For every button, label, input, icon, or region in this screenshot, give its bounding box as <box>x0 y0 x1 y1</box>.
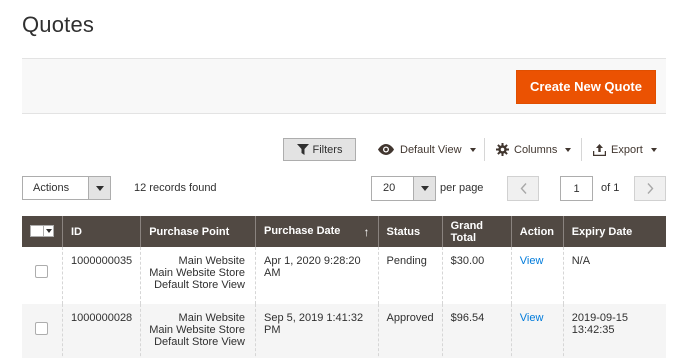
row-select-cell <box>22 304 63 358</box>
purchase-point-store: Main Website Store <box>149 267 245 279</box>
cell-purchase-point: Main Website Main Website Store Default … <box>140 247 256 304</box>
page-actions-bar: Create New Quote <box>22 58 666 114</box>
filter-icon <box>296 144 309 155</box>
cell-action: View <box>510 304 564 358</box>
purchase-date-header-label: Purchase Date <box>263 224 341 237</box>
purchase-point-website: Main Website <box>178 312 245 324</box>
cell-status: Approved <box>377 304 443 358</box>
column-header-grand-total[interactable]: Grand Total <box>441 216 512 247</box>
filters-button[interactable]: Filters <box>283 138 356 161</box>
chevron-down-icon <box>43 225 53 236</box>
chevron-left-icon <box>520 183 527 194</box>
table-row: 1000000028 Main Website Main Website Sto… <box>22 304 666 358</box>
columns-label: Columns <box>514 143 558 156</box>
chevron-down-icon <box>88 177 110 199</box>
table-header-row: ID Purchase Point Purchase Date ↑ Status… <box>22 216 666 247</box>
export-icon <box>593 143 606 156</box>
view-link[interactable]: View <box>520 255 544 267</box>
grid-toolbar: Filters Default View Columns Export <box>0 138 684 162</box>
purchase-point-view: Default Store View <box>154 279 245 291</box>
grid-paging-bar: Actions 12 records found 20 per page of … <box>0 176 684 202</box>
chevron-down-icon <box>565 147 572 152</box>
column-header-purchase-date[interactable]: Purchase Date ↑ <box>254 216 379 247</box>
export-dropdown[interactable]: Export <box>593 138 657 161</box>
cell-expiry-date: N/A <box>562 247 666 304</box>
create-new-quote-button[interactable]: Create New Quote <box>516 70 656 104</box>
row-checkbox[interactable] <box>35 265 48 278</box>
mass-select-checkbox[interactable] <box>30 224 54 237</box>
cell-purchase-point: Main Website Main Website Store Default … <box>140 304 256 358</box>
column-header-expiry-date[interactable]: Expiry Date <box>562 216 666 247</box>
cell-grand-total: $30.00 <box>441 247 512 304</box>
next-page-button[interactable] <box>634 176 666 201</box>
column-header-status[interactable]: Status <box>377 216 443 247</box>
records-found: 12 records found <box>134 182 217 194</box>
columns-dropdown[interactable]: Columns <box>496 138 572 161</box>
eye-icon <box>378 144 394 155</box>
quotes-grid: ID Purchase Point Purchase Date ↑ Status… <box>22 216 666 358</box>
select-all-header[interactable] <box>22 216 63 247</box>
per-page-select[interactable]: 20 <box>371 176 436 201</box>
cell-purchase-date: Sep 5, 2019 1:41:32 PM <box>254 304 379 358</box>
sort-ascending-icon: ↑ <box>363 224 370 239</box>
row-checkbox[interactable] <box>35 322 48 335</box>
cell-status: Pending <box>377 247 443 304</box>
page-title: Quotes <box>22 12 95 37</box>
current-page-input[interactable] <box>560 176 593 201</box>
total-pages-label: of 1 <box>601 182 620 194</box>
export-label: Export <box>611 143 643 156</box>
column-header-purchase-point[interactable]: Purchase Point <box>140 216 256 247</box>
mass-actions-select[interactable]: Actions <box>22 176 111 200</box>
default-view-label: Default View <box>400 143 462 156</box>
purchase-point-view: Default Store View <box>154 336 245 348</box>
column-header-id[interactable]: ID <box>61 216 141 247</box>
toolbar-divider <box>484 138 485 161</box>
cell-expiry-date: 2019-09-15 13:42:35 <box>562 304 666 358</box>
chevron-down-icon <box>469 147 476 152</box>
actions-label: Actions <box>33 182 70 194</box>
cell-action: View <box>510 247 564 304</box>
cell-purchase-date: Apr 1, 2020 9:28:20 AM <box>254 247 379 304</box>
gear-icon <box>496 143 509 156</box>
per-page-label: per page <box>440 182 484 194</box>
purchase-point-website: Main Website <box>178 255 245 267</box>
cell-grand-total: $96.54 <box>441 304 512 358</box>
per-page-value: 20 <box>383 182 396 194</box>
cell-id: 1000000035 <box>61 247 141 304</box>
previous-page-button[interactable] <box>507 176 539 201</box>
cell-id: 1000000028 <box>61 304 141 358</box>
toolbar-divider <box>581 138 582 161</box>
purchase-point-store: Main Website Store <box>149 324 245 336</box>
default-view-dropdown[interactable]: Default View <box>377 138 476 161</box>
column-header-action: Action <box>510 216 564 247</box>
chevron-down-icon <box>650 147 657 152</box>
table-row: 1000000035 Main Website Main Website Sto… <box>22 247 666 304</box>
view-link[interactable]: View <box>520 312 544 324</box>
chevron-down-icon <box>413 177 435 200</box>
chevron-right-icon <box>646 183 653 194</box>
filters-label: Filters <box>312 143 343 156</box>
row-select-cell <box>22 247 63 304</box>
